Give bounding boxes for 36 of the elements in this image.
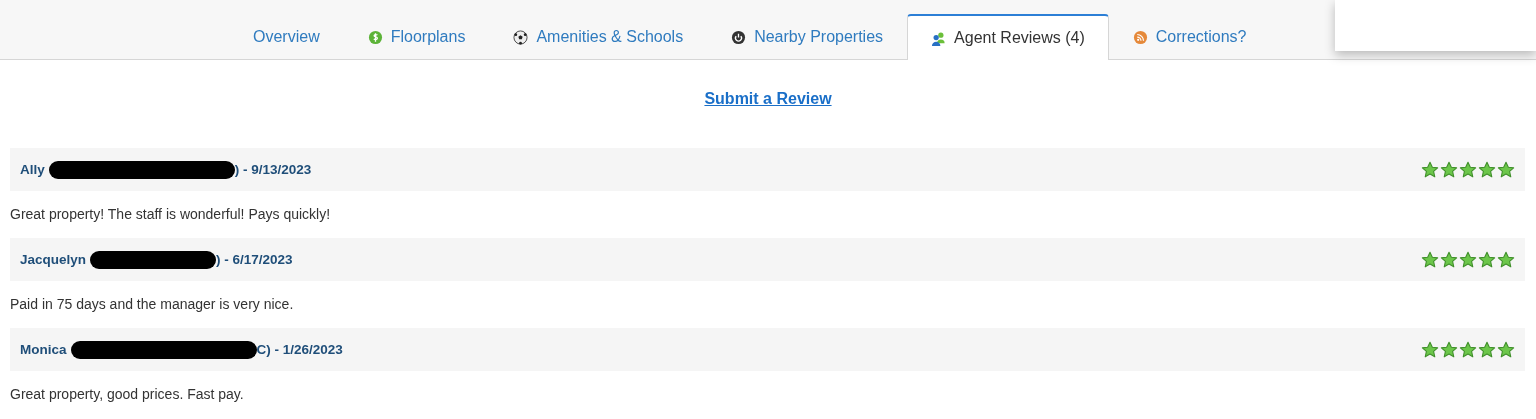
submit-review-link[interactable]: Submit a Review bbox=[704, 90, 832, 108]
star-icon bbox=[1440, 160, 1458, 179]
power-icon bbox=[731, 29, 747, 45]
reviewer-name: Monica bbox=[20, 342, 67, 357]
star-icon bbox=[1459, 160, 1477, 179]
review-date: ) - 9/13/2023 bbox=[234, 162, 312, 177]
star-icon bbox=[1497, 160, 1515, 179]
star-icon bbox=[1497, 340, 1515, 359]
soccer-ball-icon bbox=[513, 29, 529, 45]
review-date: ) - 6/17/2023 bbox=[216, 252, 293, 267]
star-icon bbox=[1440, 250, 1458, 269]
tab[interactable]: Overview bbox=[229, 14, 344, 59]
dollar-coin-icon bbox=[367, 29, 383, 45]
star-icon bbox=[1421, 160, 1439, 179]
star-icon bbox=[1478, 340, 1496, 359]
star-icon bbox=[1440, 340, 1458, 359]
star-icon bbox=[1459, 250, 1477, 269]
reviewer-name: Jacquelyn bbox=[20, 252, 87, 267]
reviewer-name: Ally bbox=[20, 162, 45, 177]
people-icon bbox=[931, 30, 947, 46]
tab[interactable]: Corrections? bbox=[1108, 14, 1271, 59]
star-icon bbox=[1478, 160, 1496, 179]
rss-feed-icon bbox=[1132, 29, 1148, 45]
review-text: Great property, good prices. Fast pay. bbox=[9, 385, 245, 404]
tab[interactable]: Amenities & Schools bbox=[489, 14, 708, 59]
star-icon bbox=[1478, 250, 1496, 269]
tab[interactable]: Agent Reviews (4) bbox=[907, 14, 1109, 60]
star-icon bbox=[1421, 340, 1439, 359]
star-icon bbox=[1421, 250, 1439, 269]
tab[interactable]: Floorplans bbox=[343, 14, 490, 59]
star-icon bbox=[1497, 250, 1515, 269]
review-date: C) - 1/26/2023 bbox=[256, 342, 343, 357]
review-text: Paid in 75 days and the manager is very nice. bbox=[9, 295, 295, 314]
star-icon bbox=[1459, 340, 1477, 359]
review-text: Great property! The staff is wonderful! Pays quickly! bbox=[9, 205, 332, 224]
tab[interactable]: Nearby Properties bbox=[707, 14, 908, 59]
